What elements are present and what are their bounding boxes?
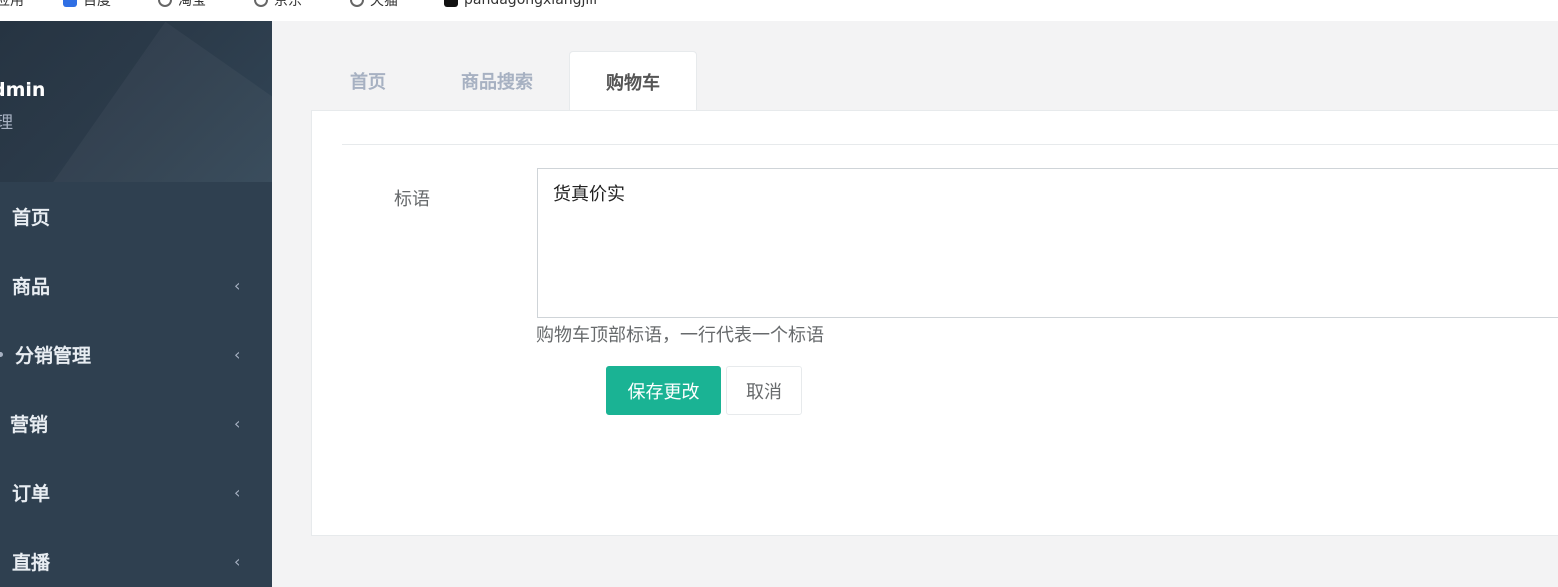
bookmark-label: pandagongxiangjili bbox=[464, 0, 598, 8]
baidu-icon bbox=[63, 0, 77, 7]
save-button[interactable]: 保存更改 bbox=[606, 366, 721, 415]
slogan-label: 标语 bbox=[394, 189, 430, 210]
settings-tabs: 首页 商品搜索 购物车 bbox=[312, 51, 1558, 111]
profile-header: dmin 理 bbox=[0, 21, 272, 182]
bookmark-label: 京东 bbox=[274, 0, 302, 9]
bookmark-baidu[interactable]: 百度 bbox=[63, 0, 111, 9]
bookmark-tmall[interactable]: 天猫 bbox=[350, 0, 398, 9]
bookmarks-bar: 应用 百度 淘宝 京东 天猫 pandagongxiangjili bbox=[0, 0, 1558, 21]
sidebar-item-label: 商品 bbox=[12, 276, 51, 298]
chevron-left-icon: ‹ bbox=[234, 276, 241, 295]
globe-icon bbox=[350, 0, 364, 7]
bookmark-label: 淘宝 bbox=[178, 0, 206, 9]
chevron-left-icon: ‹ bbox=[234, 552, 241, 571]
chevron-left-icon: ‹ bbox=[234, 483, 241, 502]
bookmark-jd[interactable]: 京东 bbox=[254, 0, 302, 9]
sidebar-item-marketing[interactable]: 营销 ‹ bbox=[0, 389, 272, 458]
bookmark-label: 百度 bbox=[83, 0, 111, 9]
black-square-icon bbox=[444, 0, 458, 7]
chevron-left-icon: ‹ bbox=[234, 414, 241, 433]
bullet-icon bbox=[0, 352, 3, 357]
tab-cart[interactable]: 购物车 bbox=[569, 51, 697, 111]
globe-icon bbox=[158, 0, 172, 7]
sidebar-item-products[interactable]: 商品 ‹ bbox=[0, 251, 272, 320]
slogan-textarea[interactable]: 货真价实 bbox=[537, 168, 1558, 318]
sidebar-item-label: 订单 bbox=[12, 483, 51, 505]
profile-name[interactable]: dmin bbox=[0, 79, 45, 101]
tab-product-search[interactable]: 商品搜索 bbox=[442, 51, 552, 110]
sidebar-item-home[interactable]: 首页 bbox=[0, 182, 272, 251]
settings-panel: 标语 货真价实 购物车顶部标语，一行代表一个标语 保存更改 取消 bbox=[311, 110, 1558, 536]
sidebar-item-label: 首页 bbox=[12, 207, 51, 229]
divider bbox=[342, 144, 1558, 145]
bookmark-label: 天猫 bbox=[370, 0, 398, 9]
sidebar-item-label: 分销管理 bbox=[15, 345, 92, 367]
slogan-help-text: 购物车顶部标语，一行代表一个标语 bbox=[536, 325, 824, 346]
bookmark-apps[interactable]: 应用 bbox=[0, 0, 24, 9]
sidebar-item-distribution[interactable]: 分销管理 ‹ bbox=[0, 320, 272, 389]
chevron-left-icon: ‹ bbox=[234, 345, 241, 364]
sidebar: dmin 理 首页 商品 ‹ 分销管理 ‹ 营销 ‹ 订单 ‹ 直播 ‹ bbox=[0, 21, 272, 587]
sidebar-item-live[interactable]: 直播 ‹ bbox=[0, 527, 272, 587]
tab-home[interactable]: 首页 bbox=[330, 51, 406, 110]
globe-icon bbox=[254, 0, 268, 7]
profile-background-shape bbox=[50, 21, 272, 182]
profile-role: 理 bbox=[0, 113, 13, 133]
sidebar-item-orders[interactable]: 订单 ‹ bbox=[0, 458, 272, 527]
bookmark-panda[interactable]: pandagongxiangjili bbox=[444, 0, 597, 9]
sidebar-item-label: 营销 bbox=[10, 414, 49, 436]
sidebar-item-label: 直播 bbox=[12, 552, 51, 574]
bookmark-taobao[interactable]: 淘宝 bbox=[158, 0, 206, 9]
cancel-button[interactable]: 取消 bbox=[726, 366, 802, 415]
bookmark-label: 应用 bbox=[0, 0, 24, 9]
